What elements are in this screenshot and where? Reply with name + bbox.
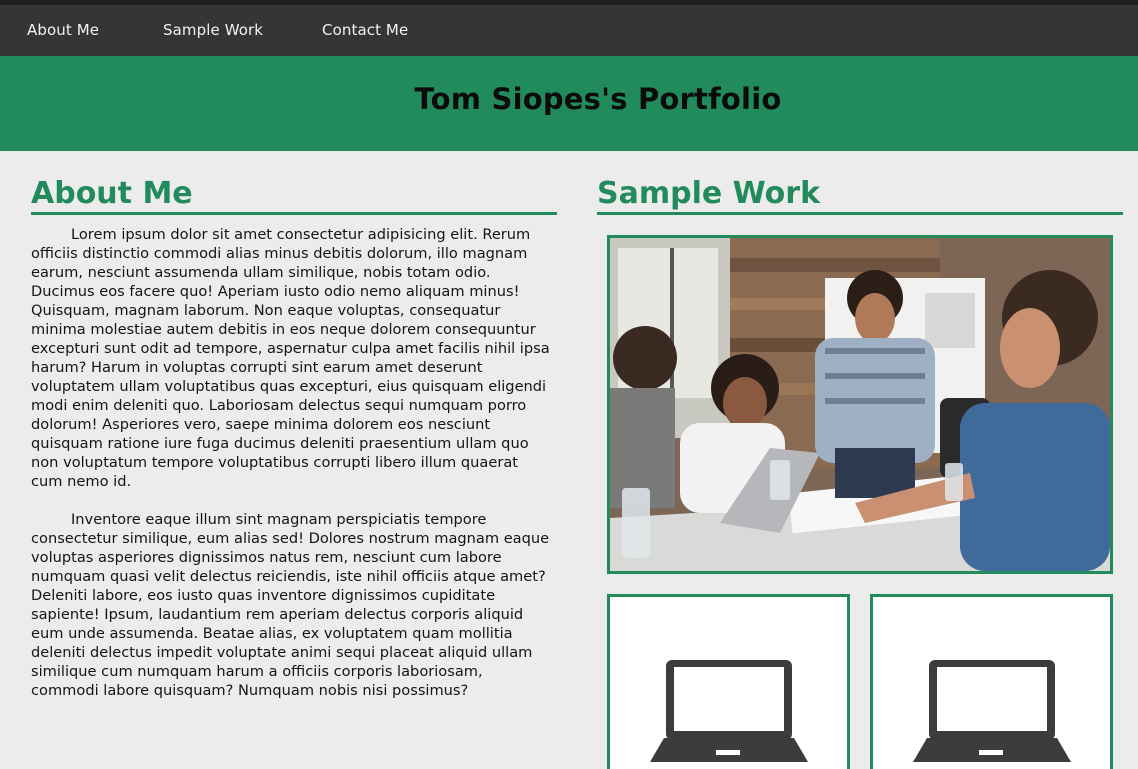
sample-work-card-2[interactable] (870, 594, 1113, 769)
sample-work-heading-rule (597, 212, 1123, 215)
about-heading: About Me (31, 176, 193, 211)
about-paragraph: Lorem ipsum dolor sit amet consectetur a… (31, 226, 550, 490)
nav-link-sample-work[interactable]: Sample Work (163, 21, 263, 39)
laptop-icon (913, 660, 1071, 762)
about-paragraph: Inventore eaque illum sint magnam perspi… (31, 511, 550, 699)
top-nav: About Me Sample Work Contact Me (0, 5, 1138, 56)
nav-link-about-me[interactable]: About Me (27, 21, 99, 39)
sample-work-heading: Sample Work (597, 176, 821, 211)
sample-work-card-1[interactable] (607, 594, 850, 769)
about-heading-rule (31, 212, 557, 215)
featured-work-photo[interactable] (607, 235, 1113, 574)
laptop-icon (650, 660, 808, 762)
hero-banner: Tom Siopes's Portfolio (0, 56, 1138, 151)
nav-link-contact-me[interactable]: Contact Me (322, 21, 408, 39)
team-meeting-photo (610, 238, 1110, 571)
page-title: Tom Siopes's Portfolio (414, 82, 782, 116)
about-body: Lorem ipsum dolor sit amet consectetur a… (31, 225, 552, 719)
